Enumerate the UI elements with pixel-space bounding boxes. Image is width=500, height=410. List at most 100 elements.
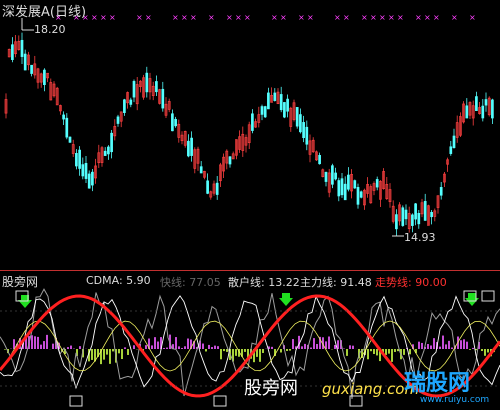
- histogram-bar: [79, 346, 81, 349]
- histogram-bar: [52, 343, 54, 349]
- candle-body: [439, 187, 443, 196]
- signal-marker: ×: [433, 13, 440, 22]
- candle-body: [401, 207, 405, 226]
- candle-body: [267, 92, 270, 110]
- histogram-bar: [430, 345, 432, 349]
- candle-body: [452, 135, 456, 149]
- candle-body: [286, 98, 289, 112]
- candle-body: [395, 214, 398, 230]
- histogram-bar: [442, 335, 444, 349]
- histogram-bar: [289, 349, 291, 351]
- histogram-bar: [472, 347, 474, 349]
- candle-body: [187, 140, 190, 157]
- candle-body: [206, 180, 209, 194]
- candle-body: [353, 180, 357, 189]
- watermark-site: www.ruiyu.com: [420, 395, 490, 405]
- histogram-bar: [133, 345, 135, 349]
- histogram-bar: [367, 349, 369, 360]
- histogram-bar: [91, 349, 93, 360]
- histogram-bar: [208, 344, 210, 349]
- histogram-bar: [40, 344, 42, 349]
- candle-body: [123, 99, 126, 113]
- candle-body: [299, 114, 302, 133]
- price-chart[interactable]: × × × × × × × × × × × × × × × × × × × × × × × × × × × × × × ×: [0, 0, 500, 270]
- candle-body: [324, 171, 328, 182]
- signal-box: [69, 395, 83, 407]
- histogram-bar: [313, 338, 315, 349]
- candle-body: [190, 137, 193, 156]
- candle-body: [43, 69, 46, 86]
- histogram-bar: [154, 337, 156, 349]
- histogram-bar: [121, 349, 123, 360]
- histogram-bar: [427, 344, 429, 349]
- histogram-bar: [151, 345, 153, 349]
- candle-body: [215, 182, 219, 195]
- histogram-bar: [181, 347, 183, 349]
- histogram-bar: [109, 349, 111, 364]
- candle-body: [87, 173, 91, 189]
- signal-marker: ×: [181, 13, 188, 22]
- candle-body: [343, 183, 347, 201]
- signal-box: [213, 395, 227, 407]
- histogram-bar: [187, 338, 189, 349]
- histogram-bar: [205, 349, 207, 352]
- zoushixian-value: 走势线: 90.00: [375, 276, 447, 289]
- histogram-bar: [202, 343, 204, 349]
- candle-body: [251, 113, 254, 131]
- candle-body: [30, 64, 33, 74]
- buy-arrow-icon: [279, 293, 293, 306]
- histogram-bar: [163, 347, 165, 349]
- histogram-bar: [280, 349, 282, 353]
- candle-body: [283, 102, 286, 118]
- signal-marker: ×: [100, 13, 107, 22]
- histogram-bar: [223, 349, 225, 352]
- candle-body: [331, 165, 334, 185]
- cdma-value: CDMA: 5.90: [86, 274, 151, 287]
- candle-body: [129, 99, 133, 105]
- histogram-bar: [124, 347, 126, 349]
- candle-body: [132, 81, 136, 98]
- histogram-bar: [481, 349, 483, 352]
- candle-body: [340, 178, 344, 196]
- histogram-bar: [106, 349, 108, 355]
- histogram-bar: [34, 336, 36, 349]
- candle-body: [68, 136, 72, 143]
- candle-body: [318, 154, 321, 165]
- histogram-bar: [433, 338, 435, 349]
- histogram-bar: [166, 347, 168, 349]
- candle-body: [279, 94, 283, 111]
- histogram-bar: [103, 349, 105, 360]
- candle-body: [404, 209, 408, 220]
- candle-body: [305, 126, 309, 145]
- histogram-bar: [469, 349, 471, 350]
- candle-body: [430, 211, 433, 218]
- histogram-bar: [391, 349, 393, 362]
- candle-body: [23, 53, 27, 71]
- histogram-bar: [484, 349, 486, 356]
- histogram-bar: [334, 344, 336, 349]
- signal-marker: ×: [343, 13, 350, 22]
- histogram-bar: [262, 349, 264, 353]
- histogram-bar: [445, 344, 447, 349]
- candle-body: [260, 106, 264, 115]
- histogram-bar: [178, 346, 180, 349]
- signal-marker: ×: [415, 13, 422, 22]
- signal-box: [481, 290, 495, 302]
- candle-body: [155, 81, 158, 93]
- candle-body: [337, 180, 341, 197]
- histogram-bar: [217, 346, 219, 349]
- histogram-bar: [286, 349, 288, 351]
- histogram-bar: [244, 349, 246, 352]
- signal-marker: ×: [397, 13, 404, 22]
- histogram-bar: [409, 349, 411, 355]
- histogram-bar: [301, 346, 303, 349]
- histogram-bar: [214, 345, 216, 349]
- candle-body: [263, 106, 267, 118]
- candle-body: [84, 162, 88, 179]
- candle-body: [356, 187, 360, 205]
- signal-marker: ×: [226, 13, 233, 22]
- signal-marker: ×: [469, 13, 476, 22]
- candle-body: [475, 96, 478, 111]
- candle-body: [107, 146, 110, 155]
- histogram-bar: [259, 349, 261, 362]
